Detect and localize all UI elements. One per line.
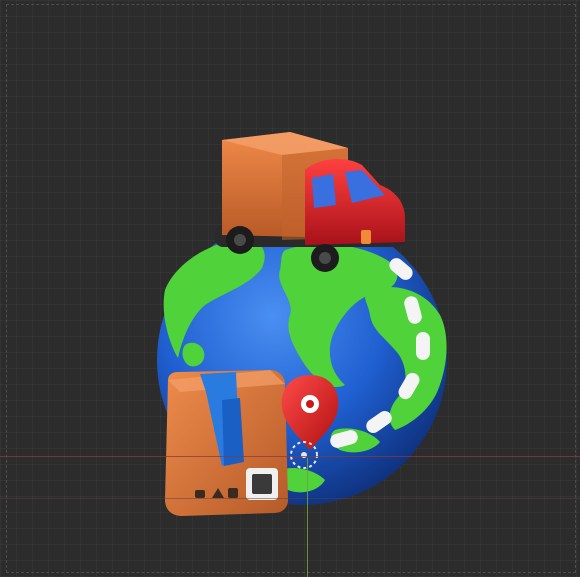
truck-wheel-front-hub — [319, 252, 331, 264]
truck-headlight — [361, 230, 371, 244]
3d-scene[interactable] — [0, 0, 580, 577]
grid-guide-line — [0, 498, 580, 499]
package-box-label-inner — [252, 474, 272, 494]
x-axis-line — [0, 456, 580, 457]
truck-window-side — [312, 174, 336, 208]
package-box-icon[interactable] — [165, 370, 288, 516]
truck-wheel-back-hub — [234, 234, 246, 246]
location-pin-dot-inner — [306, 400, 314, 408]
3d-viewport[interactable] — [0, 0, 580, 577]
y-axis-line — [307, 458, 308, 577]
